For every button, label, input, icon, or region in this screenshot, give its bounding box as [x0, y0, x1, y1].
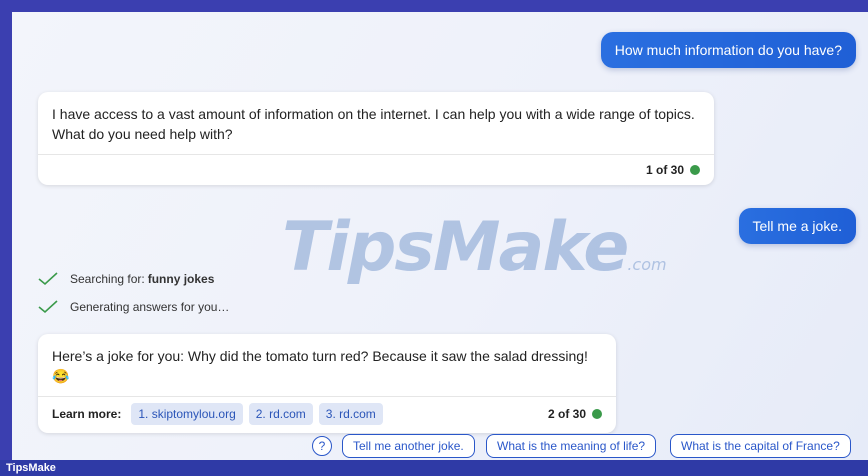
learn-more: Learn more: 1. skiptomylou.org 2. rd.com… — [52, 403, 389, 425]
watermark: TipsMake.com — [282, 208, 667, 287]
learn-more-label: Learn more: — [52, 407, 122, 421]
user-message-1: How much information do you have? — [600, 32, 856, 68]
response-counter-wrap: 2 of 30 — [548, 407, 602, 421]
footer-brand: TipsMake — [6, 462, 56, 474]
green-dot-icon — [592, 409, 602, 419]
response-counter-2: 2 of 30 — [547, 407, 586, 421]
source-link-1[interactable]: 1. skiptomylou.org — [131, 403, 243, 425]
user-message-2-text: Tell me a joke. — [752, 218, 842, 234]
bottom-bar: TipsMake — [0, 460, 868, 476]
bot-message-2-footer: Learn more: 1. skiptomylou.org 2. rd.com… — [38, 396, 616, 433]
source-link-2[interactable]: 2. rd.com — [248, 403, 313, 425]
user-message-2: Tell me a joke. — [738, 208, 856, 244]
bot-message-2-text: Here’s a joke for you: Why did the tomat… — [52, 348, 588, 384]
status-generating: Generating answers for you… — [38, 300, 229, 314]
bot-message-2: Here’s a joke for you: Why did the tomat… — [38, 334, 616, 433]
suggestion-chip-1[interactable]: Tell me another joke. — [342, 434, 475, 458]
watermark-suffix: .com — [627, 255, 667, 274]
status-generating-text: Generating answers for you… — [70, 300, 230, 314]
source-link-3[interactable]: 3. rd.com — [318, 403, 383, 425]
suggestion-chip-3[interactable]: What is the capital of France? — [670, 434, 851, 458]
bot-message-1-text: I have access to a vast amount of inform… — [52, 106, 695, 142]
status-searching-query: funny jokes — [147, 272, 215, 286]
bot-message-1-footer: 1 of 30 — [38, 154, 714, 185]
watermark-text: TipsMake — [282, 208, 629, 287]
check-icon — [38, 300, 58, 314]
check-icon — [38, 272, 58, 286]
status-searching: Searching for: funny jokes — [38, 272, 214, 286]
status-searching-prefix: Searching for: — [70, 272, 145, 286]
user-message-1-text: How much information do you have? — [614, 42, 842, 58]
green-dot-icon — [690, 165, 700, 175]
help-circle-icon[interactable]: ? — [312, 436, 332, 456]
response-counter-1: 1 of 30 — [645, 163, 684, 177]
bot-message-1: I have access to a vast amount of inform… — [38, 92, 714, 185]
chat-area: How much information do you have? I have… — [12, 12, 868, 460]
suggestion-chip-2[interactable]: What is the meaning of life? — [486, 434, 657, 458]
help-icon-glyph: ? — [318, 439, 326, 453]
